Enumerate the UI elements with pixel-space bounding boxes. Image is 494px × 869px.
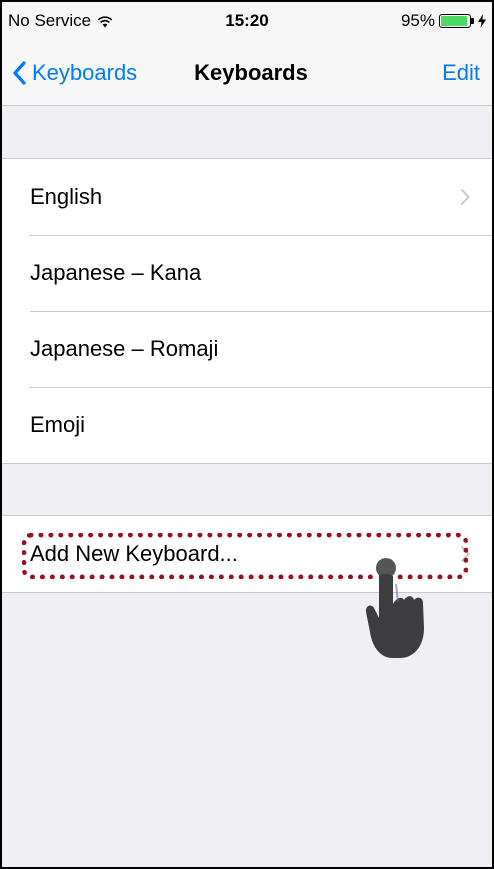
navigation-bar: Keyboards Keyboards Edit xyxy=(2,40,492,106)
battery-percent: 95% xyxy=(400,11,435,30)
keyboard-label: Emoji xyxy=(30,412,86,437)
keyboard-row-english[interactable]: English xyxy=(2,159,492,235)
keyboard-row-japanese-romaji[interactable]: Japanese – Romaji xyxy=(2,311,492,387)
battery-icon xyxy=(439,14,471,28)
disclosure-chevron-icon xyxy=(460,545,470,563)
back-button-label: Keyboards xyxy=(32,60,138,85)
charging-bolt-icon xyxy=(478,14,486,28)
keyboard-row-emoji[interactable]: Emoji xyxy=(2,387,492,463)
edit-button[interactable]: Edit xyxy=(442,40,480,106)
keyboard-row-japanese-kana[interactable]: Japanese – Kana xyxy=(2,235,492,311)
back-button[interactable]: Keyboards xyxy=(12,40,137,106)
keyboard-label: Japanese – Kana xyxy=(30,260,202,285)
status-bar: No Service 15:20 95% xyxy=(2,2,492,40)
phone-screen: No Service 15:20 95% Keyboards Keyboards… xyxy=(0,0,494,869)
keyboard-list: English Japanese – Kana Japanese – Romaj… xyxy=(2,158,492,464)
add-new-keyboard-button[interactable]: Add New Keyboard... xyxy=(2,516,492,592)
keyboard-label: English xyxy=(30,184,103,209)
wifi-icon xyxy=(97,15,113,27)
status-right: 95% xyxy=(401,11,492,31)
keyboard-label: Japanese – Romaji xyxy=(30,336,219,361)
carrier-label: No Service xyxy=(8,11,92,30)
battery-level xyxy=(441,16,467,26)
status-left: No Service xyxy=(2,11,113,31)
add-keyboard-group: Add New Keyboard... xyxy=(2,515,492,593)
add-new-keyboard-label: Add New Keyboard... xyxy=(30,541,238,566)
battery-tip xyxy=(471,18,474,24)
disclosure-chevron-icon xyxy=(460,188,470,206)
back-chevron-icon xyxy=(13,61,26,85)
